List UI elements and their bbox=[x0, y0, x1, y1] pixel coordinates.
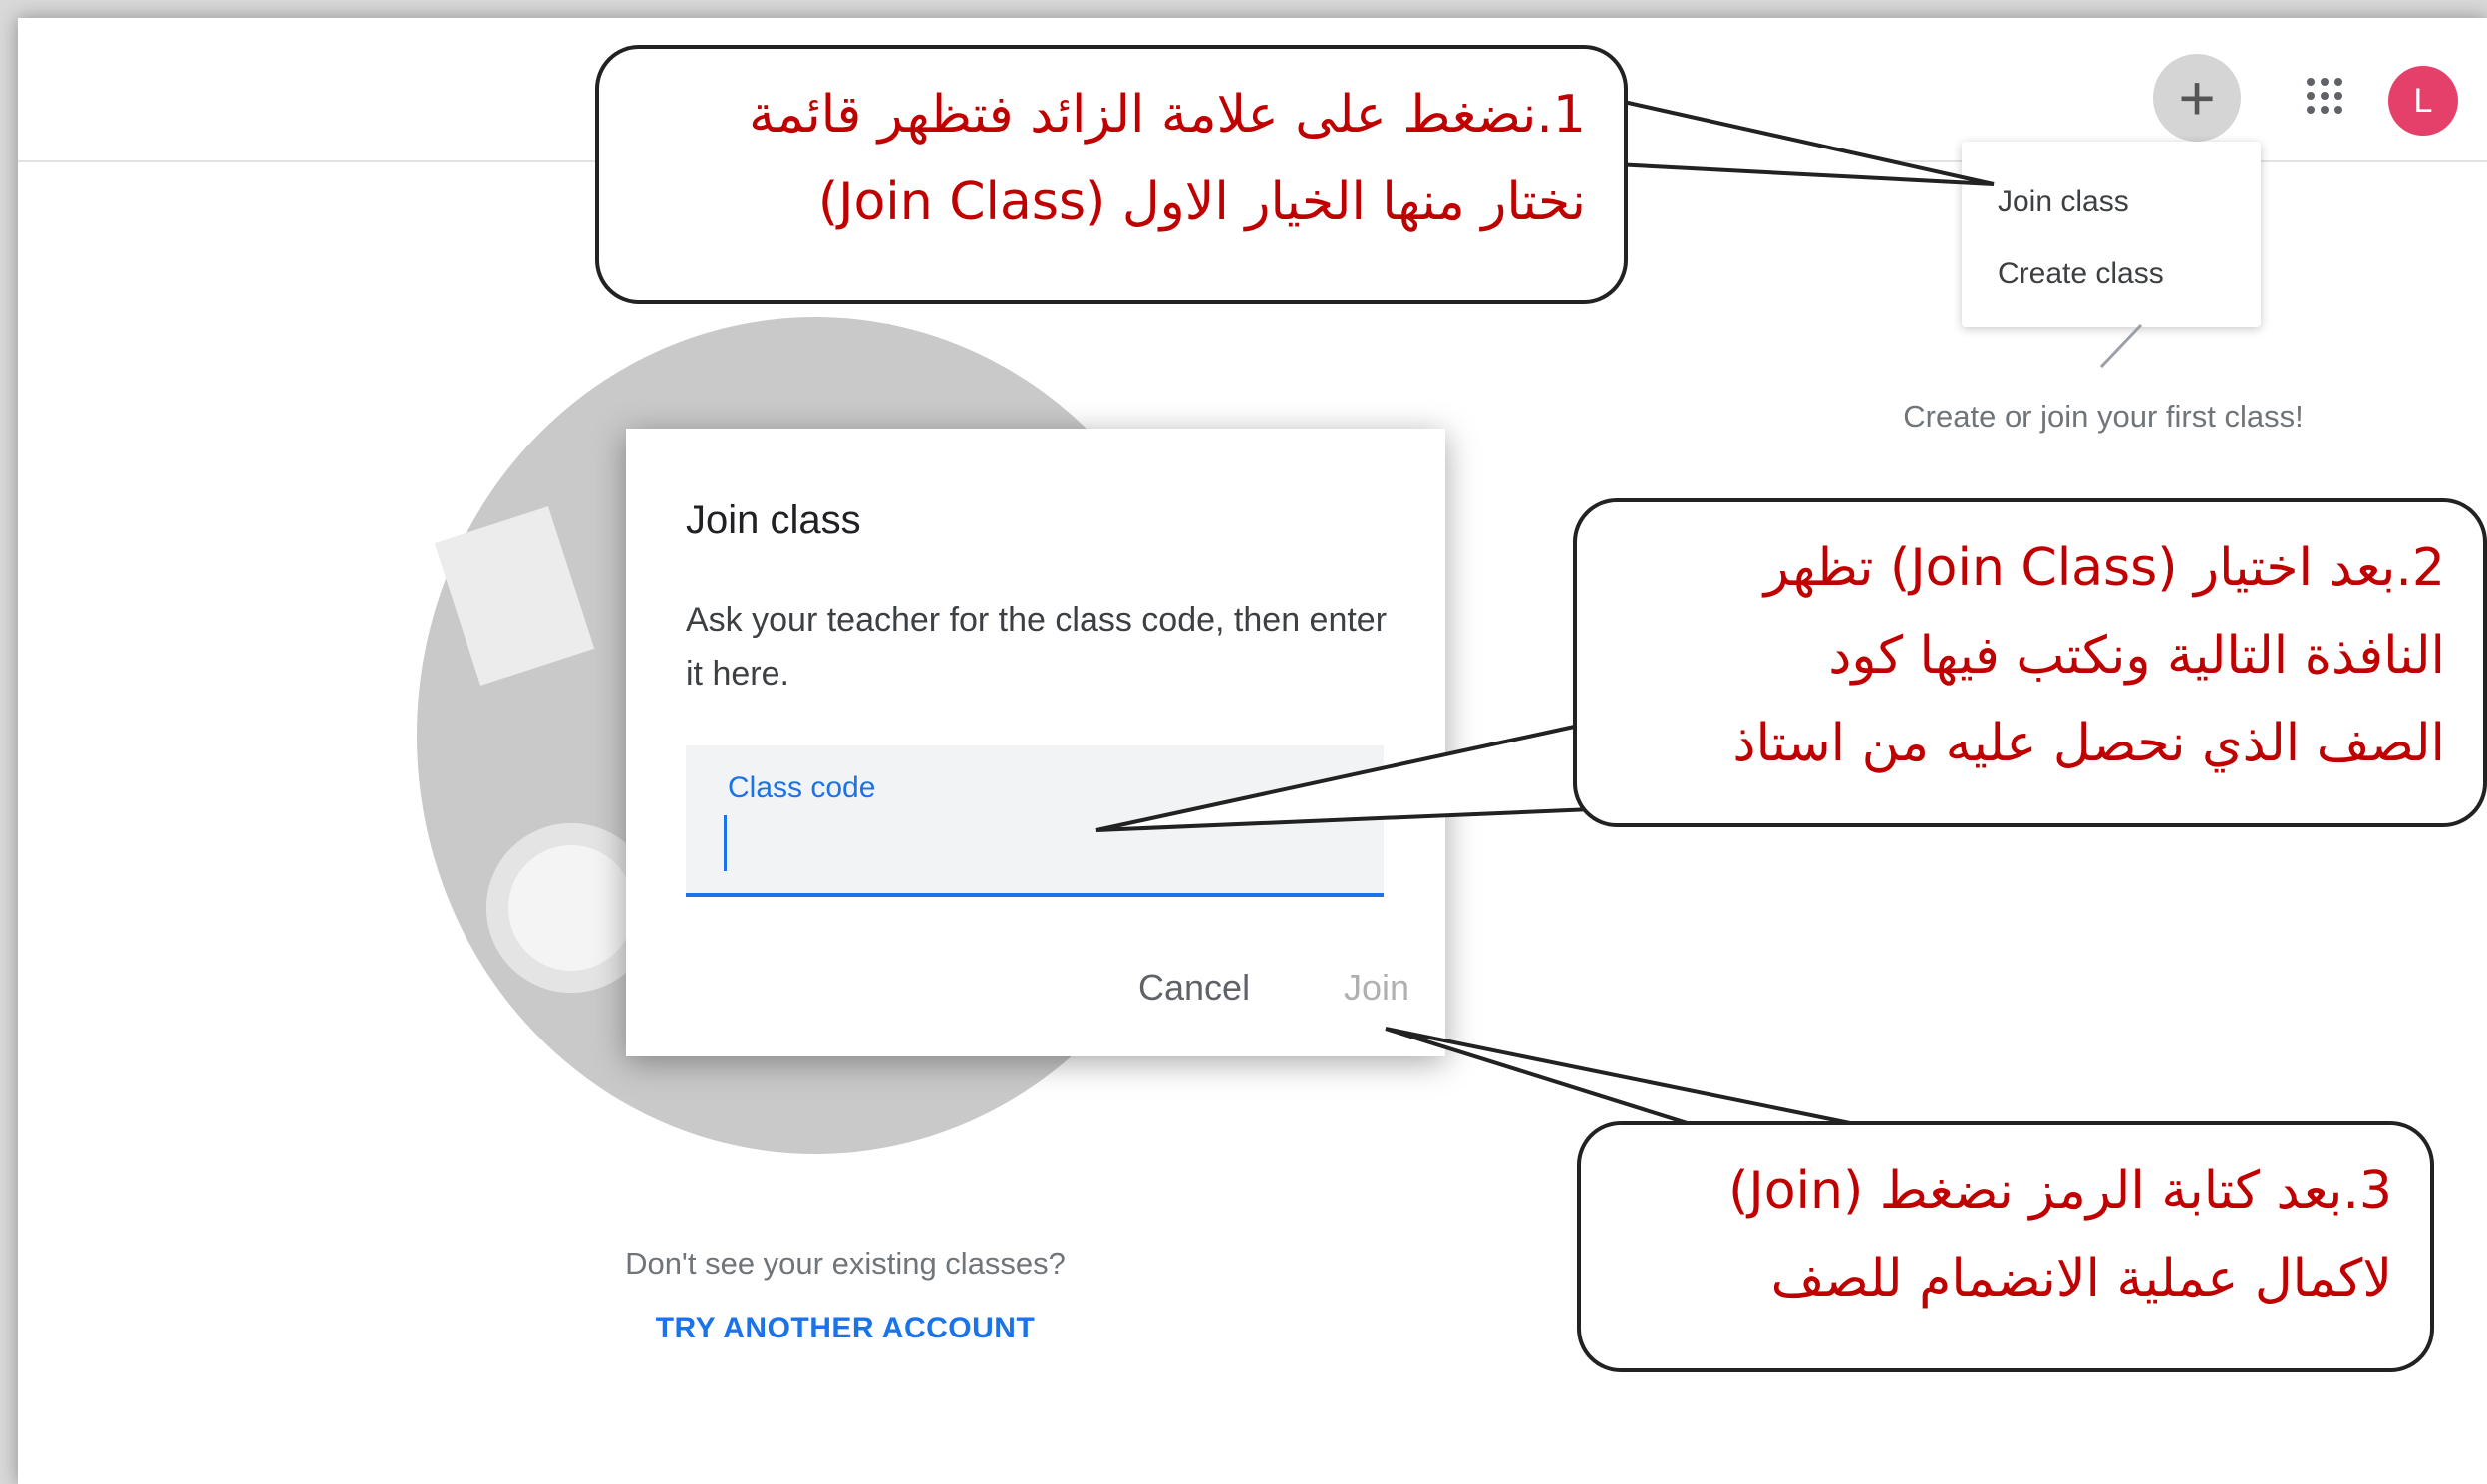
annotation-step-2-line-3: الصف الذي نحصل عليه من استاذ bbox=[1732, 714, 2445, 773]
annotation-step-3-line-1: 3.بعد كتابة الرمز نضغط (Join) bbox=[1728, 1161, 2392, 1221]
annotation-step-2-line-2: النافذة التالية ونكتب فيها كود bbox=[1828, 626, 2445, 686]
annotation-step-1-line-1: 1.نضغط على علامة الزائد فتظهر قائمة bbox=[749, 85, 1586, 145]
annotation-step-1: 1.نضغط على علامة الزائد فتظهر قائمة نختا… bbox=[595, 45, 1628, 304]
annotation-step-2-line-1: 2.بعد اختيار (Join Class) تظهر bbox=[1763, 538, 2445, 598]
annotation-step-2: 2.بعد اختيار (Join Class) تظهر النافذة ا… bbox=[1573, 498, 2487, 827]
annotation-step-3: 3.بعد كتابة الرمز نضغط (Join) لاكمال عمل… bbox=[1577, 1121, 2434, 1372]
annotation-step-3-line-2: لاكمال عملية الانضمام للصف bbox=[1770, 1249, 2392, 1309]
callout-1-pointer bbox=[1613, 97, 1995, 186]
annotation-step-1-line-2: نختار منها الخيار الاول (Join Class) bbox=[817, 172, 1586, 232]
callout-2-pointer bbox=[1095, 720, 1595, 832]
